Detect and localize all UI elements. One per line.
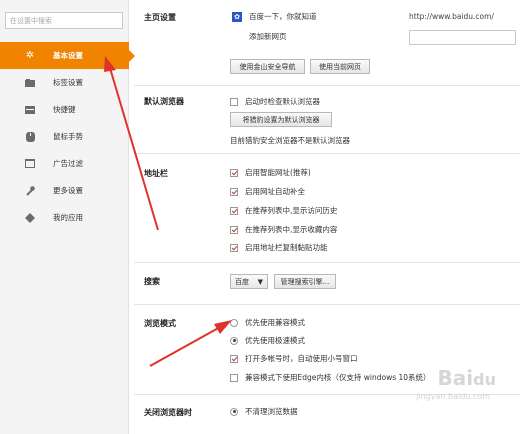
checkbox[interactable] [230, 225, 238, 234]
browse-mode-option[interactable]: 优先使用极速模式 [230, 335, 305, 346]
sidebar-item-label: 快捷键 [53, 105, 76, 114]
sidebar-item-label: 基本设置 [53, 51, 83, 60]
checkbox[interactable] [230, 97, 238, 106]
divider [134, 153, 520, 154]
default-browser-section-title: 默认浏览器 [144, 97, 184, 106]
checkbox-label: 启用网址自动补全 [245, 187, 305, 196]
sidebar-item-ad-filter[interactable]: 广告过滤 [0, 150, 129, 177]
close-browser-section-title: 关闭浏览器时 [144, 408, 192, 417]
use-current-page-button[interactable]: 使用当前网页 [310, 59, 370, 74]
use-safe-nav-button[interactable]: 使用金山安全导航 [230, 59, 305, 74]
watermark-subtext: jingyan.baidu.com [416, 392, 490, 401]
radio-label: 优先使用极速模式 [245, 336, 305, 345]
sidebar-item-shortcuts[interactable]: 快捷键 [0, 96, 129, 123]
checkbox[interactable] [230, 373, 238, 382]
keyboard-icon [25, 105, 35, 115]
checkbox[interactable] [230, 168, 238, 177]
sidebar-item-mouse-gestures[interactable]: 鼠标手势 [0, 123, 129, 150]
wrench-icon [25, 185, 35, 196]
mouse-icon [25, 131, 35, 142]
edge-kernel-option[interactable]: 兼容模式下使用Edge内核（仅支持 windows 10系统） [230, 372, 431, 383]
radio-button[interactable] [230, 407, 238, 416]
tab-icon [25, 78, 35, 88]
sidebar-item-tab-settings[interactable]: 标签设置 [0, 69, 129, 96]
search-engine-select[interactable]: 百度 ▼ [230, 274, 268, 289]
close-browser-option[interactable]: 不清理浏览数据 [230, 406, 298, 417]
sidebar: 在设置中搜索 ✲ 基本设置 标签设置 快捷键 鼠标手势 广告过滤 更多设置 我的… [0, 0, 135, 434]
sidebar-item-label: 我的应用 [53, 213, 83, 222]
manage-search-engines-button[interactable]: 管理搜索引擎... [274, 274, 336, 289]
address-bar-option[interactable]: 启用智能网址(推荐) [230, 167, 311, 178]
checkbox[interactable] [230, 243, 238, 252]
open-multi-account-option[interactable]: 打开多帐号时，自动使用小号窗口 [230, 353, 358, 364]
divider [134, 85, 520, 86]
address-bar-option[interactable]: 在推荐列表中,显示访问历史 [230, 205, 337, 216]
checkbox-label: 启用智能网址(推荐) [245, 168, 311, 177]
default-browser-status: 目前猎豹安全浏览器不是默认浏览器 [230, 136, 350, 145]
radio-label: 不清理浏览数据 [245, 407, 298, 416]
radio-button[interactable] [230, 318, 238, 327]
address-bar-option[interactable]: 在推荐列表中,显示收藏内容 [230, 224, 337, 235]
sidebar-item-my-apps[interactable]: 我的应用 [0, 204, 129, 231]
dropdown-arrow-icon: ▼ [257, 277, 263, 286]
checkbox[interactable] [230, 187, 238, 196]
checkbox[interactable] [230, 354, 238, 363]
radio-button[interactable] [230, 336, 238, 345]
sidebar-item-basic-settings[interactable]: ✲ 基本设置 [0, 42, 135, 69]
baidu-favicon-icon: ✿ [232, 11, 242, 22]
homepage-url-input[interactable] [409, 30, 516, 45]
search-engine-value: 百度 [235, 277, 249, 286]
search-input[interactable]: 在设置中搜索 [5, 12, 123, 29]
homepage-site-name: 百度一下，你就知道 [249, 12, 317, 21]
address-bar-option[interactable]: 启用网址自动补全 [230, 186, 305, 197]
divider [134, 304, 520, 305]
filter-icon [25, 159, 35, 169]
checkbox-label: 启用地址栏复制黏贴功能 [245, 243, 328, 252]
radio-label: 优先使用兼容模式 [245, 318, 305, 327]
sidebar-item-label: 鼠标手势 [53, 132, 83, 141]
homepage-entry[interactable]: ✿ 百度一下，你就知道 [232, 11, 317, 22]
divider [134, 262, 520, 263]
watermark: Baidu [437, 366, 496, 390]
sidebar-item-label: 广告过滤 [53, 159, 83, 168]
checkbox-label: 在推荐列表中,显示访问历史 [245, 206, 338, 215]
checkbox-label: 兼容模式下使用Edge内核（仅支持 windows 10系统） [245, 373, 431, 382]
address-bar-option[interactable]: 启用地址栏复制黏贴功能 [230, 242, 328, 253]
browse-mode-section-title: 浏览模式 [144, 319, 176, 328]
search-section-title: 搜索 [144, 277, 160, 286]
homepage-site-url: http://www.baidu.com/ [409, 12, 494, 21]
checkbox[interactable] [230, 206, 238, 215]
check-default-on-start[interactable]: 启动时检查默认浏览器 [230, 96, 320, 107]
checkbox-label: 打开多帐号时，自动使用小号窗口 [245, 354, 358, 363]
sidebar-item-label: 标签设置 [53, 78, 83, 87]
address-bar-section-title: 地址栏 [144, 169, 168, 178]
checkbox-label: 在推荐列表中,显示收藏内容 [245, 225, 338, 234]
set-default-browser-button[interactable]: 将猎豹设置为默认浏览器 [230, 112, 332, 127]
checkbox-label: 启动时检查默认浏览器 [245, 97, 320, 106]
homepage-section-title: 主页设置 [144, 13, 176, 22]
apps-icon [25, 212, 35, 223]
browse-mode-option[interactable]: 优先使用兼容模式 [230, 317, 305, 328]
sidebar-item-label: 更多设置 [53, 186, 83, 195]
sidebar-item-more-settings[interactable]: 更多设置 [0, 177, 129, 204]
gear-icon: ✲ [25, 50, 35, 61]
add-new-page-link[interactable]: 添加新网页 [249, 31, 287, 42]
